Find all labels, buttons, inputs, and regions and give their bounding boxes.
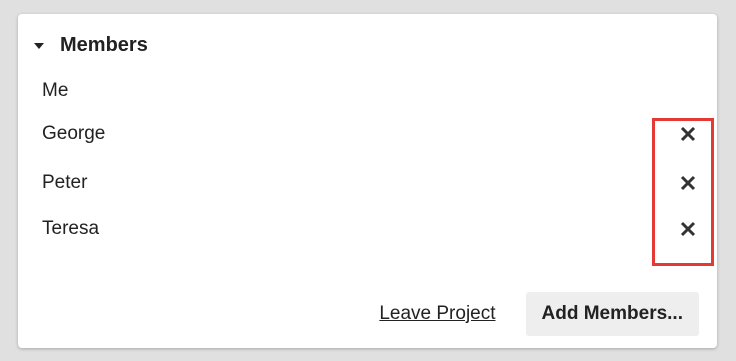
remove-member-button[interactable]	[675, 216, 701, 242]
caret-down-icon	[34, 42, 44, 49]
close-icon	[680, 221, 696, 237]
remove-member-button[interactable]	[675, 121, 701, 147]
member-row: George	[42, 119, 697, 149]
panel-footer: Leave Project Add Members...	[379, 292, 699, 336]
add-members-button[interactable]: Add Members...	[525, 292, 699, 336]
members-title: Members	[60, 33, 148, 56]
member-row: Teresa	[42, 214, 697, 244]
leave-project-link[interactable]: Leave Project	[379, 303, 495, 325]
member-name: Teresa	[42, 218, 100, 239]
member-name: Me	[42, 80, 69, 101]
members-panel: Members Me George Peter Teresa Leave Pro…	[18, 14, 717, 348]
close-icon	[680, 126, 696, 142]
member-row: Me	[42, 76, 697, 106]
close-icon	[680, 175, 696, 191]
members-header-toggle[interactable]: Members	[34, 32, 148, 58]
remove-member-button[interactable]	[675, 170, 701, 196]
member-row: Peter	[42, 168, 697, 198]
member-name: Peter	[42, 172, 88, 193]
member-name: George	[42, 123, 106, 144]
